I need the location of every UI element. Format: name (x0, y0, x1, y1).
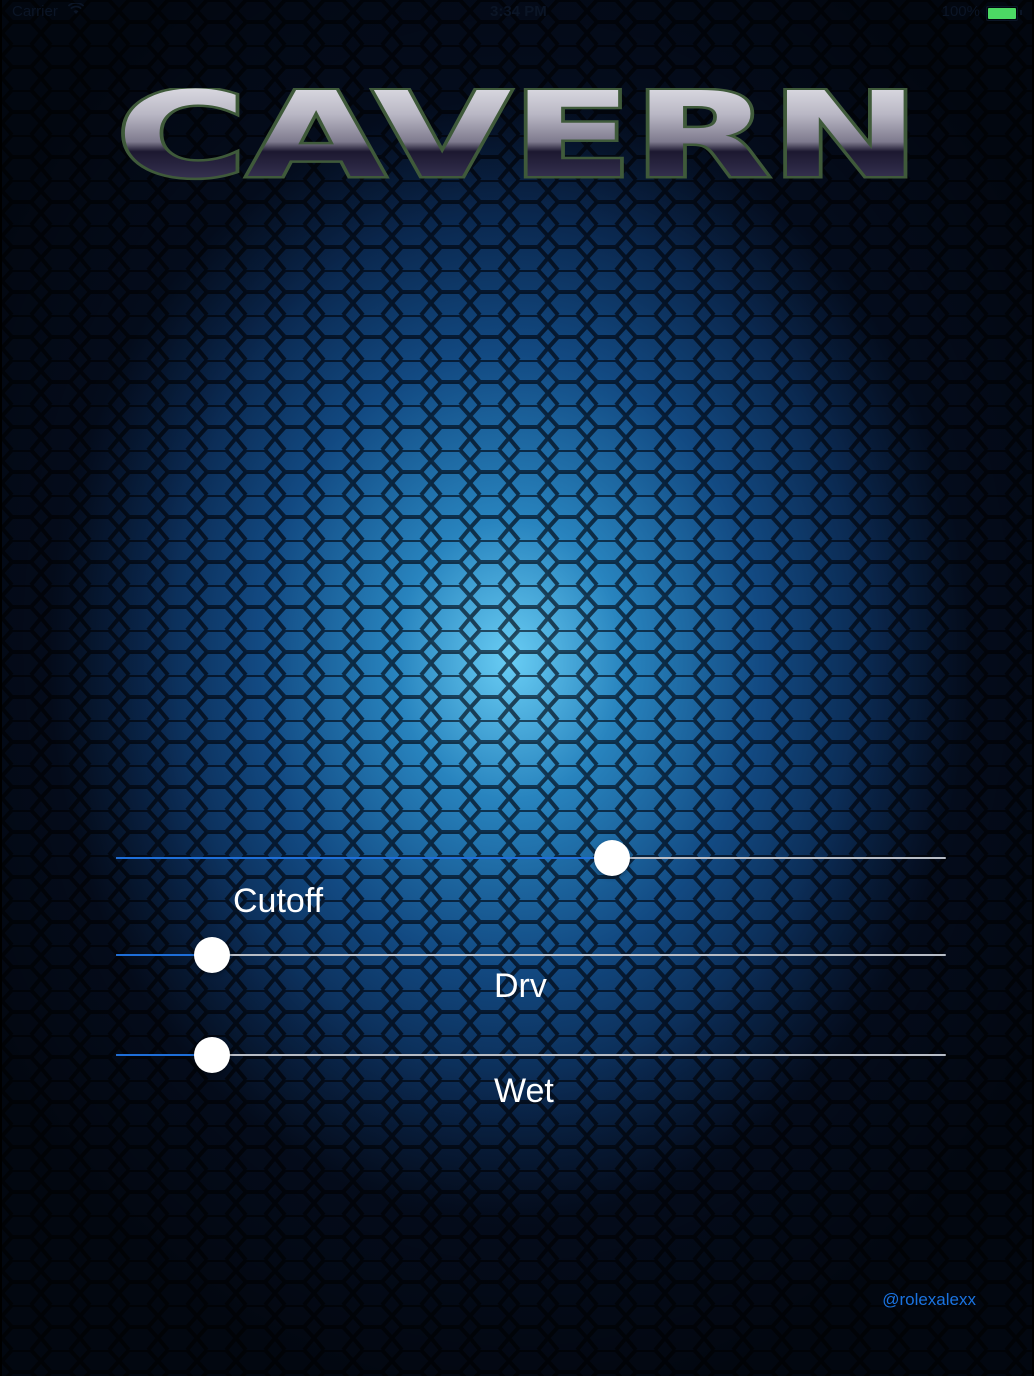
slider-fill (116, 857, 613, 859)
status-bar: Carrier 3:34 PM 100% (2, 0, 1032, 24)
drv-label: Drv (494, 967, 547, 1005)
cavern-logo: CAVERN (114, 88, 923, 184)
logo-text: CAVERN (116, 88, 920, 184)
wet-label: Wet (494, 1072, 554, 1110)
carrier-label: Carrier (12, 3, 58, 20)
battery-icon (986, 6, 1018, 21)
cutoff-slider[interactable] (116, 840, 946, 876)
app-screen: Carrier 3:34 PM 100% CAVERN Cutoff Drv W… (2, 0, 1032, 1376)
wet-slider[interactable] (116, 1037, 946, 1073)
battery-level (988, 8, 1016, 19)
status-time: 3:34 PM (490, 3, 547, 20)
wifi-icon (67, 2, 85, 18)
slider-thumb[interactable] (194, 937, 231, 973)
author-handle-link[interactable]: @rolexalexx (882, 1290, 976, 1310)
hexagon-background-pattern (2, 0, 1032, 1376)
slider-track (116, 1054, 946, 1056)
cutoff-label: Cutoff (233, 882, 324, 920)
slider-track (116, 954, 946, 956)
battery-percentage: 100% (941, 3, 980, 20)
slider-thumb[interactable] (594, 840, 631, 876)
battery-cap (1020, 10, 1022, 15)
slider-thumb[interactable] (194, 1037, 231, 1073)
